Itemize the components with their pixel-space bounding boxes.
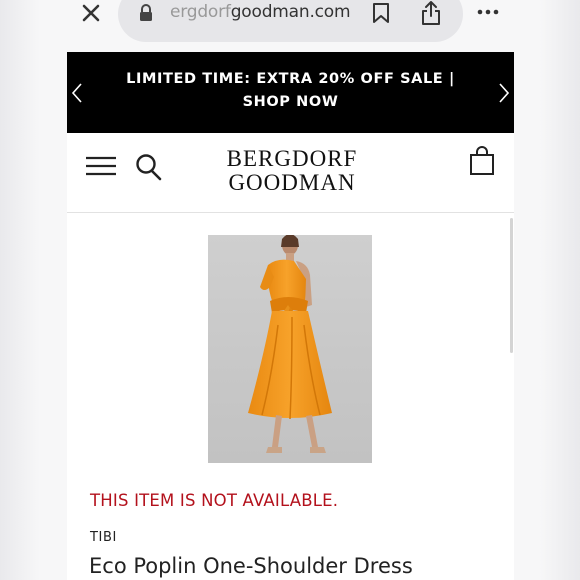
chevron-left-icon[interactable] <box>71 82 83 104</box>
product-image[interactable] <box>208 235 372 463</box>
close-icon[interactable] <box>80 2 102 24</box>
availability-message: THIS ITEM IS NOT AVAILABLE. <box>90 491 339 510</box>
chevron-right-icon[interactable] <box>498 82 510 104</box>
logo-line-1: BERGDORF <box>226 146 358 171</box>
promo-banner[interactable]: LIMITED TIME: EXTRA 20% OFF SALE | SHOP … <box>67 52 514 133</box>
site-logo[interactable]: BERGDORF GOODMAN <box>212 147 372 195</box>
scrollbar[interactable] <box>510 218 513 353</box>
hamburger-menu-icon[interactable] <box>85 155 117 177</box>
address-url[interactable]: ergdorfgoodman.com <box>170 2 351 22</box>
promo-text[interactable]: LIMITED TIME: EXTRA 20% OFF SALE | SHOP … <box>107 68 474 114</box>
product-brand[interactable]: TIBI <box>90 530 117 545</box>
lock-icon <box>140 4 152 21</box>
url-main-part: goodman.com <box>230 2 351 22</box>
product-title: Eco Poplin One-Shoulder Dress <box>89 554 413 578</box>
bookmark-icon[interactable] <box>372 2 390 24</box>
web-page: LIMITED TIME: EXTRA 20% OFF SALE | SHOP … <box>67 52 514 580</box>
url-faded-part: ergdorf <box>170 2 231 22</box>
share-icon[interactable] <box>420 0 442 26</box>
shopping-bag-icon[interactable] <box>469 146 495 176</box>
site-header: BERGDORF GOODMAN <box>67 133 514 213</box>
logo-line-2: GOODMAN <box>228 170 356 195</box>
more-icon[interactable] <box>476 6 500 18</box>
browser-toolbar: ergdorfgoodman.com <box>0 0 580 52</box>
search-icon[interactable] <box>135 152 163 182</box>
